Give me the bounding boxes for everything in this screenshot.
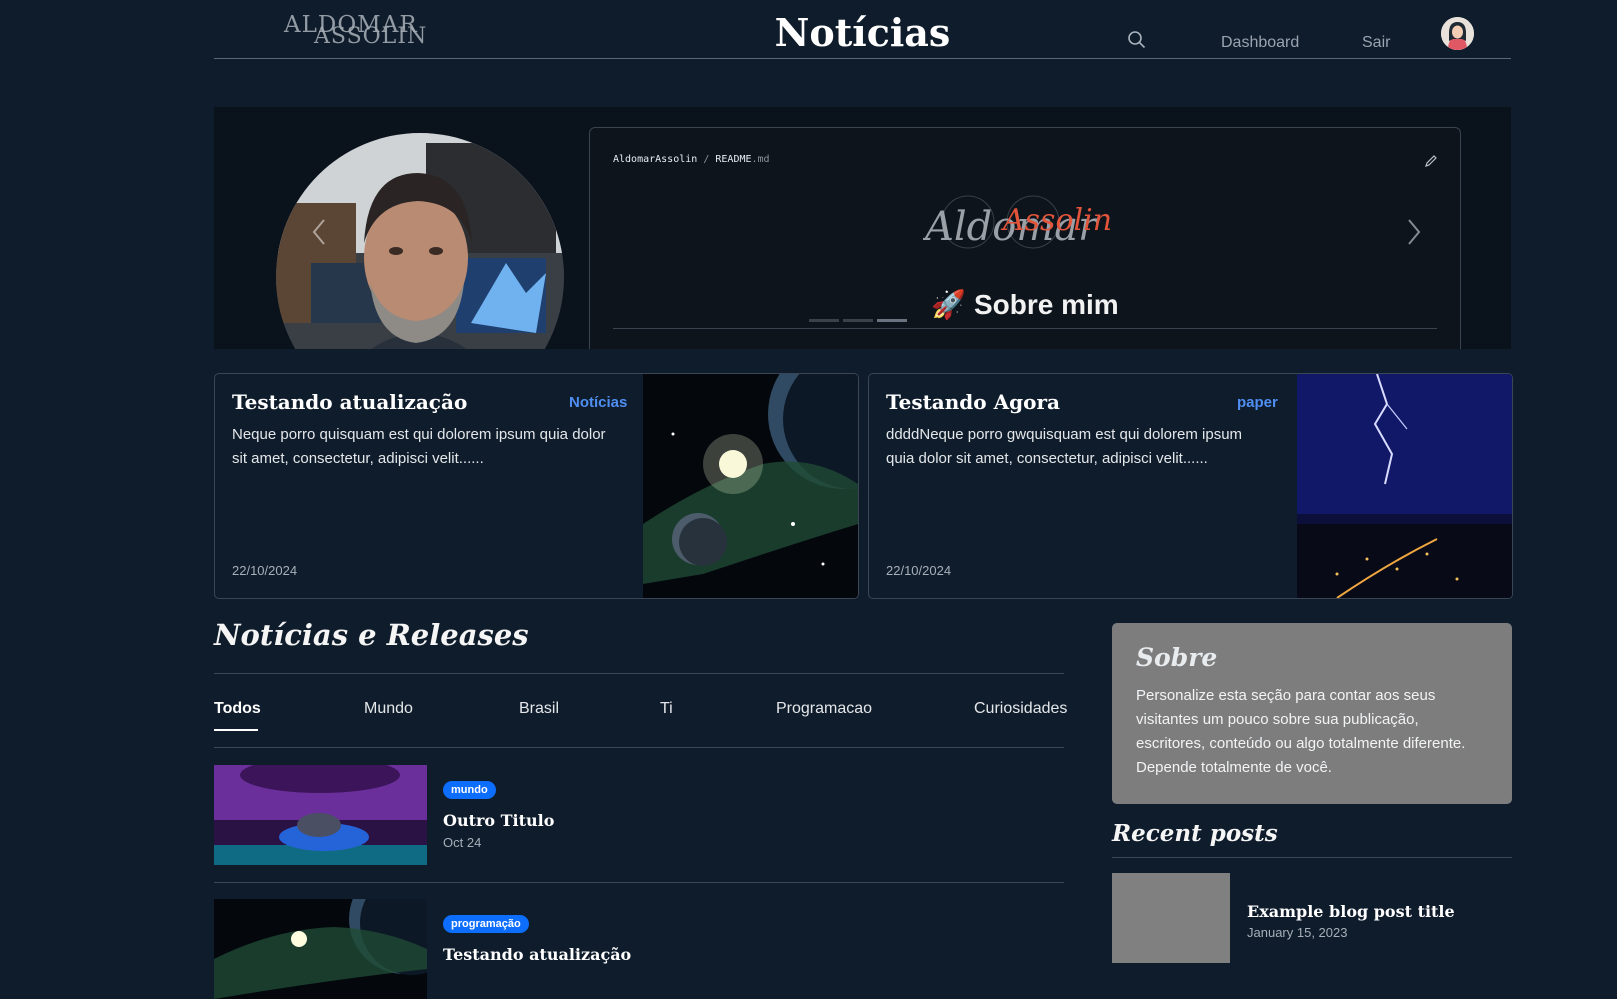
readme-divider [613, 328, 1437, 329]
tab-brasil[interactable]: Brasil [519, 700, 559, 718]
featured-card[interactable]: Testando atualização Notícias Neque porr… [214, 373, 859, 599]
readme-panel: AldomarAssolin / README.md Aldomar Assol… [589, 127, 1461, 349]
active-tab-indicator [214, 729, 258, 731]
card-title[interactable]: Testando Agora [886, 390, 1060, 414]
nav-dashboard-link[interactable]: Dashboard [1221, 34, 1299, 52]
category-tabs: Todos Mundo Brasil Ti Programacao Curios… [214, 700, 1067, 731]
carousel-indicators [809, 319, 907, 322]
recent-post-thumbnail[interactable] [1112, 873, 1230, 963]
nav-logout-link[interactable]: Sair [1362, 34, 1390, 52]
site-header: ALDOMAR ASSOLIN Notícias Dashboard Sair [214, 0, 1511, 59]
signature-logo: Aldomar Assolin [921, 186, 1123, 256]
post-title[interactable]: Testando atualização [443, 945, 631, 964]
post-thumbnail[interactable] [214, 765, 427, 865]
post-divider [214, 882, 1064, 883]
recent-posts-title: Recent posts [1112, 820, 1278, 847]
tab-ti[interactable]: Ti [660, 700, 673, 718]
list-item[interactable]: programação Testando atualização [214, 899, 1064, 999]
card-image-space [643, 374, 858, 598]
rocket-icon: 🚀 [931, 289, 967, 320]
carousel-prev-icon[interactable] [309, 217, 329, 247]
signature-part2: Assolin [1000, 203, 1112, 238]
carousel-indicator[interactable] [843, 319, 873, 322]
card-category[interactable]: Notícias [569, 394, 627, 411]
tab-programacao[interactable]: Programacao [776, 700, 872, 718]
list-item[interactable]: mundo Outro Titulo Oct 24 [214, 765, 1064, 865]
tab-todos[interactable]: Todos [214, 700, 261, 718]
recent-divider [1112, 857, 1512, 858]
site-title[interactable]: Notícias [214, 10, 1511, 55]
card-title[interactable]: Testando atualização [232, 390, 467, 414]
tab-mundo[interactable]: Mundo [364, 700, 413, 718]
carousel-indicator-active[interactable] [877, 319, 907, 322]
hero-carousel: AldomarAssolin / README.md Aldomar Assol… [214, 107, 1511, 349]
post-title[interactable]: Outro Titulo [443, 811, 554, 830]
carousel-next-icon[interactable] [1404, 217, 1424, 247]
user-avatar[interactable] [1441, 17, 1474, 50]
carousel-indicator[interactable] [809, 319, 839, 322]
card-image-storm [1297, 374, 1512, 598]
readme-file[interactable]: README [715, 154, 751, 165]
about-text: Personalize esta seção para contar aos s… [1136, 687, 1466, 776]
card-excerpt: Neque porro quisquam est qui dolorem ips… [232, 426, 606, 467]
card-category[interactable]: paper [1237, 394, 1278, 411]
recent-post-title[interactable]: Example blog post title [1247, 902, 1455, 921]
about-title: Sobre [1136, 643, 1218, 672]
section-divider [214, 673, 1064, 674]
search-icon[interactable] [1127, 30, 1147, 50]
category-badge[interactable]: mundo [443, 781, 496, 799]
post-date: Oct 24 [443, 835, 482, 850]
recent-post-date: January 15, 2023 [1247, 925, 1348, 940]
card-date: 22/10/2024 [232, 563, 298, 578]
readme-path: AldomarAssolin / README.md [613, 154, 770, 165]
about-heading: 🚀 Sobre mim [931, 289, 1119, 320]
card-excerpt: ddddNeque porro gwquisquam est qui dolor… [886, 426, 1243, 467]
tabs-divider [214, 747, 1064, 748]
news-section-title: Notícias e Releases [214, 618, 529, 652]
featured-card[interactable]: Testando Agora paper ddddNeque porro gwq… [868, 373, 1513, 599]
readme-owner[interactable]: AldomarAssolin [613, 154, 697, 165]
about-box: Sobre Personalize esta seção para contar… [1112, 623, 1512, 804]
category-badge[interactable]: programação [443, 915, 529, 933]
edit-pencil-icon[interactable] [1424, 154, 1438, 168]
card-date: 22/10/2024 [886, 563, 952, 578]
tab-curiosidades[interactable]: Curiosidades [974, 700, 1067, 718]
post-thumbnail[interactable] [214, 899, 427, 999]
